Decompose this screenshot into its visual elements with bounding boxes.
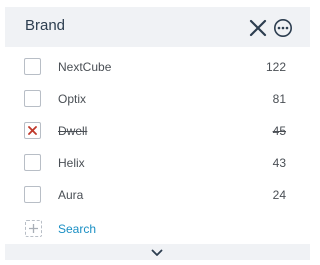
checkbox[interactable]: [24, 58, 41, 75]
brand-facet-panel: Brand NextCube 122 Optix 81 Dwell 45 Hel…: [0, 0, 315, 265]
facet-value-optix[interactable]: Optix 81: [0, 84, 315, 116]
facet-value-aura[interactable]: Aura 24: [0, 180, 315, 212]
facet-value-label: Helix: [58, 156, 85, 170]
facet-value-count: 43: [272, 156, 286, 170]
exclude-x-icon: [28, 126, 37, 135]
facet-value-nextcube[interactable]: NextCube 122: [0, 52, 315, 84]
facet-title: Brand: [25, 17, 66, 34]
facet-value-count: 81: [272, 92, 286, 106]
close-icon[interactable]: [249, 19, 267, 37]
checkbox-excluded[interactable]: [24, 122, 41, 139]
plus-icon[interactable]: [25, 220, 42, 237]
show-more-button[interactable]: [5, 244, 310, 260]
facet-value-helix[interactable]: Helix 43: [0, 148, 315, 180]
facet-value-count: 24: [272, 188, 286, 202]
search-link[interactable]: Search: [58, 222, 96, 236]
checkbox[interactable]: [24, 186, 41, 203]
more-options-icon[interactable]: [273, 18, 293, 38]
facet-search-row: Search: [0, 217, 315, 241]
facet-value-label: Aura: [58, 188, 84, 202]
checkbox[interactable]: [24, 154, 41, 171]
facet-header: Brand: [5, 7, 310, 47]
facet-value-count: 122: [265, 60, 286, 74]
chevron-down-icon: [151, 249, 163, 256]
facet-value-label: Dwell: [58, 124, 88, 138]
facet-value-label: NextCube: [58, 60, 112, 74]
checkbox[interactable]: [24, 90, 41, 107]
facet-value-dwell[interactable]: Dwell 45: [0, 116, 315, 148]
facet-value-count: 45: [272, 124, 286, 138]
facet-value-label: Optix: [58, 92, 87, 106]
